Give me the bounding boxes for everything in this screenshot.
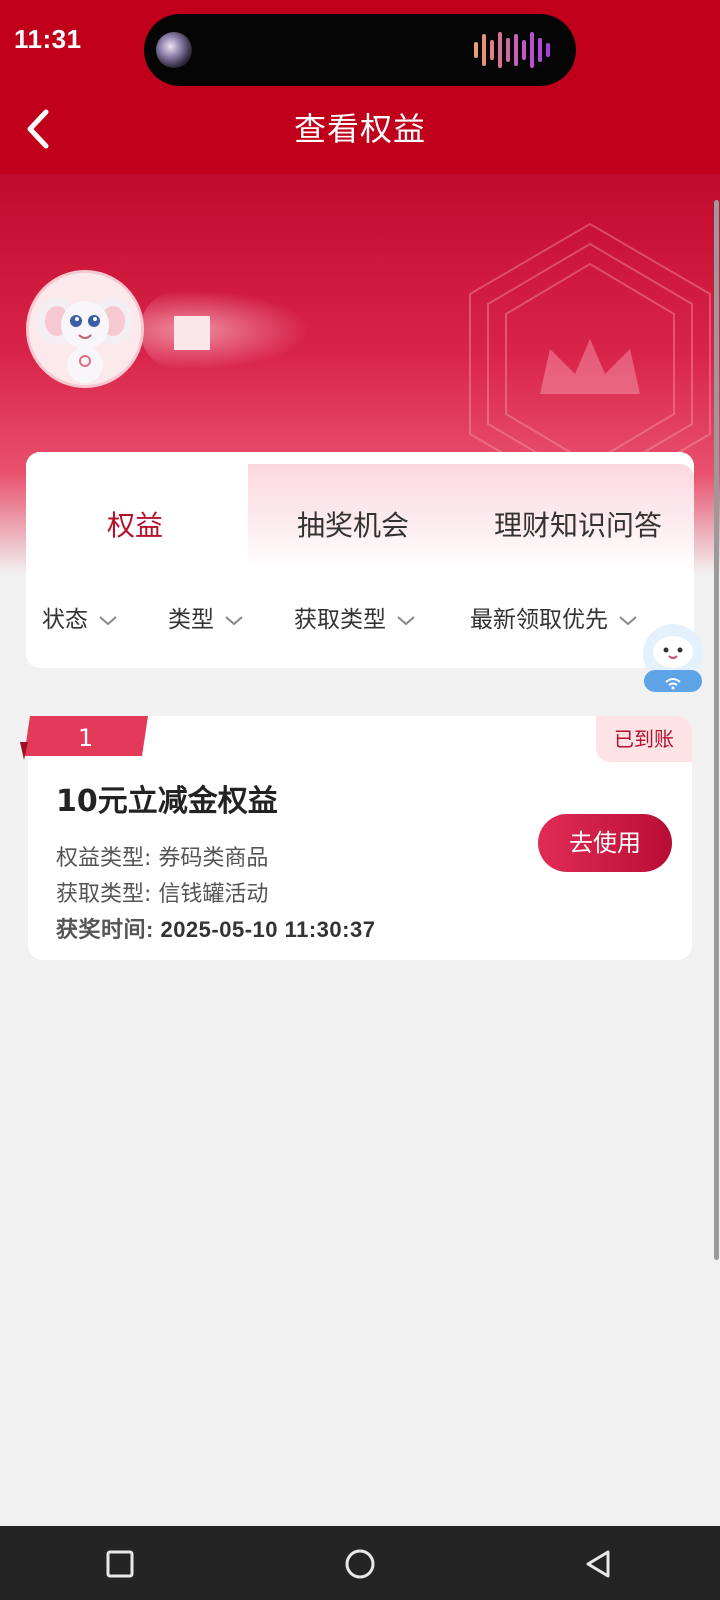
filter-acquire-type-label: 获取类型 [294,607,386,633]
reward-time-row: 获奖时间: 2025-05-10 11:30:37 [56,912,375,944]
triangle-back-icon[interactable] [580,1544,620,1584]
square-recent-apps-icon[interactable] [100,1544,140,1584]
chevron-down-icon [225,615,243,625]
top-bar: 11:31 查看权益 [0,0,720,174]
reward-time-label: 获奖时间: [56,917,154,942]
reward-type-label: 权益类型: [56,846,152,871]
reward-time-value: 2025-05-10 11:30:37 [160,917,376,942]
filter-status[interactable]: 状态 [42,600,118,634]
media-thumbnail [156,32,192,68]
avatar[interactable] [26,270,144,388]
username-mask [174,316,210,350]
filter-type[interactable]: 类型 [168,600,244,634]
tab-lottery-chances[interactable]: 抽奖机会 [248,504,458,544]
filter-status-label: 状态 [42,607,88,633]
dynamic-island [144,14,576,86]
chevron-down-icon [99,615,117,625]
reward-type-row: 权益类型: 券码类商品 [56,840,268,872]
reward-type-value: 券码类商品 [158,846,269,871]
tab-finance-quiz[interactable]: 理财知识问答 [468,504,688,544]
username-blurred [140,290,310,370]
circle-home-icon[interactable] [340,1544,380,1584]
status-time: 11:31 [14,24,82,54]
chevron-down-icon [619,615,637,625]
tabs-filter-card: 权益 抽奖机会 理财知识问答 状态 类型 获取类型 最新领取优先 [26,452,694,668]
rank-number: 1 [78,724,94,752]
chevron-down-icon [397,615,415,625]
status-badge: 已到账 [596,716,692,762]
filter-type-label: 类型 [168,607,214,633]
filter-sort-label: 最新领取优先 [470,607,608,633]
tab-rights[interactable]: 权益 [26,504,244,544]
cloud-assistant-icon[interactable] [638,622,708,696]
system-nav-bar [0,1526,720,1600]
elephant-mascot-icon [29,273,141,385]
filter-sort[interactable]: 最新领取优先 [470,600,638,634]
filter-acquire-type[interactable]: 获取类型 [294,600,416,634]
audio-wave-icon [474,32,550,68]
reward-title: 10元立减金权益 [56,784,278,819]
page-title: 查看权益 [293,110,426,148]
reward-source-label: 获取类型: [56,882,152,907]
scrollbar[interactable] [714,200,719,1260]
use-button[interactable]: 去使用 [538,814,672,872]
reward-source-row: 获取类型: 信钱罐活动 [56,876,268,908]
reward-source-value: 信钱罐活动 [158,882,269,907]
